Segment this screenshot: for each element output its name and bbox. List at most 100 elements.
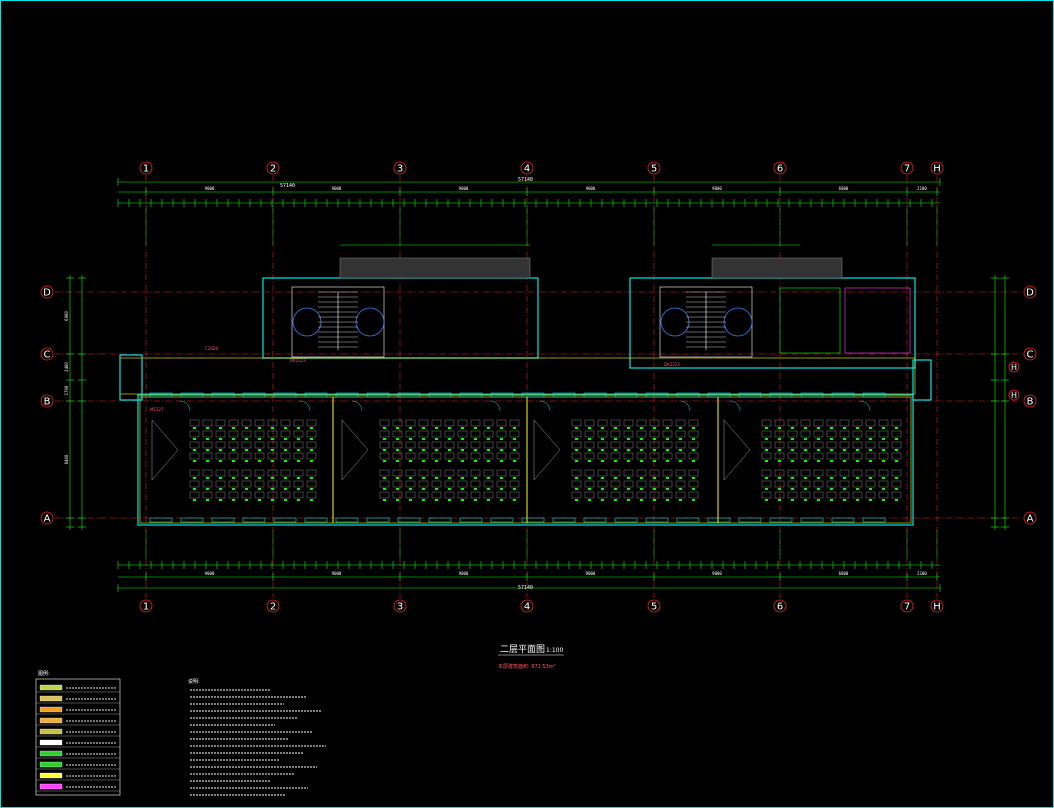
desk-3-136 bbox=[787, 491, 798, 499]
desk-1-8 bbox=[431, 419, 442, 427]
desk-1-62 bbox=[496, 441, 507, 449]
desk-2-100 bbox=[571, 480, 582, 488]
desk-1-74 bbox=[431, 452, 442, 460]
chair-1-65 bbox=[513, 449, 516, 451]
desk-0-26 bbox=[228, 430, 239, 438]
desk-0-62 bbox=[202, 452, 213, 460]
desk-2-72 bbox=[649, 452, 660, 460]
chair-0-11 bbox=[258, 427, 261, 429]
chair-0-117 bbox=[297, 488, 300, 490]
desk-1-114 bbox=[405, 480, 416, 488]
chair-2-103 bbox=[588, 488, 591, 490]
desk-3-138 bbox=[800, 491, 811, 499]
dim-top-bays-label-0: 9000 bbox=[205, 186, 215, 191]
desk-1-28 bbox=[418, 430, 429, 438]
desk-1-118 bbox=[431, 480, 442, 488]
desk-2-12 bbox=[649, 419, 660, 427]
chair-1-15 bbox=[474, 427, 477, 429]
chair-2-97 bbox=[679, 477, 682, 479]
chair-3-77 bbox=[830, 460, 833, 462]
desk-0-16 bbox=[293, 419, 304, 427]
chair-2-125 bbox=[601, 499, 604, 501]
grid-label-h-side-0: H bbox=[1011, 363, 1017, 372]
chair-3-71 bbox=[791, 460, 794, 462]
desk-1-38 bbox=[483, 430, 494, 438]
chair-3-69 bbox=[778, 460, 781, 462]
grid-label-h-side-1: H bbox=[1011, 391, 1017, 400]
chair-0-93 bbox=[271, 477, 274, 479]
chair-0-139 bbox=[310, 499, 313, 501]
desk-2-86 bbox=[610, 469, 621, 477]
desk-1-44 bbox=[379, 441, 390, 449]
window-1-21 bbox=[800, 517, 824, 523]
dim-bottom-bays-label-0: 9000 bbox=[205, 571, 215, 576]
desk-3-8 bbox=[813, 419, 824, 427]
desk-1-72 bbox=[418, 452, 429, 460]
chair-3-85 bbox=[882, 460, 885, 462]
roof-hatch-left bbox=[339, 257, 531, 279]
desk-3-96 bbox=[813, 469, 824, 477]
chair-2-139 bbox=[692, 499, 695, 501]
desk-1-88 bbox=[379, 469, 390, 477]
chair-1-139 bbox=[422, 499, 425, 501]
stair-right-circle-a bbox=[660, 307, 690, 337]
desk-3-124 bbox=[852, 480, 863, 488]
desk-1-10 bbox=[444, 419, 455, 427]
desk-1-86 bbox=[509, 452, 520, 460]
window-1-5 bbox=[304, 517, 328, 523]
desk-0-10 bbox=[254, 419, 265, 427]
floor-plan-drawing: 11223344556677HHD DC CB BA AHH 9000 9000 9000 9… bbox=[35, 161, 1037, 796]
desk-1-70 bbox=[405, 452, 416, 460]
chair-1-67 bbox=[383, 460, 386, 462]
chair-2-49 bbox=[627, 449, 630, 451]
chair-3-125 bbox=[856, 488, 859, 490]
chair-2-123 bbox=[588, 499, 591, 501]
desk-1-144 bbox=[457, 491, 468, 499]
chair-0-105 bbox=[219, 488, 222, 490]
chair-0-35 bbox=[284, 438, 287, 440]
desk-3-122 bbox=[839, 480, 850, 488]
window-1-18 bbox=[707, 517, 731, 523]
desk-3-88 bbox=[761, 469, 772, 477]
desk-3-54 bbox=[826, 441, 837, 449]
chair-1-111 bbox=[383, 488, 386, 490]
chair-0-83 bbox=[206, 477, 209, 479]
desk-3-152 bbox=[891, 491, 902, 499]
desk-3-104 bbox=[865, 469, 876, 477]
chair-0-7 bbox=[232, 427, 235, 429]
grid-label-C-left: C bbox=[44, 350, 51, 361]
chair-0-9 bbox=[245, 427, 248, 429]
chair-3-41 bbox=[882, 438, 885, 440]
chair-0-41 bbox=[193, 449, 196, 451]
chair-2-9 bbox=[627, 427, 630, 429]
chair-0-123 bbox=[206, 499, 209, 501]
desk-3-84 bbox=[878, 452, 889, 460]
chair-0-125 bbox=[219, 499, 222, 501]
desk-3-74 bbox=[813, 452, 824, 460]
chair-1-87 bbox=[513, 460, 516, 462]
chair-2-31 bbox=[640, 438, 643, 440]
window-1-22 bbox=[831, 517, 855, 523]
desk-3-106 bbox=[878, 469, 889, 477]
chair-0-19 bbox=[310, 427, 313, 429]
north-wing-left bbox=[262, 277, 539, 359]
desk-3-44 bbox=[761, 441, 772, 449]
grid-label-1-bottom: 1 bbox=[143, 602, 149, 613]
desk-2-104 bbox=[597, 480, 608, 488]
desk-2-98 bbox=[688, 469, 699, 477]
legend-swatch-3 bbox=[39, 717, 63, 724]
desk-3-142 bbox=[826, 491, 837, 499]
dim-top-bays-label-1: 9000 bbox=[332, 186, 342, 191]
door-arc-6 bbox=[859, 400, 871, 412]
chair-3-149 bbox=[869, 499, 872, 501]
chair-1-97 bbox=[435, 477, 438, 479]
desk-3-80 bbox=[852, 452, 863, 460]
chair-0-113 bbox=[271, 488, 274, 490]
desk-0-70 bbox=[254, 452, 265, 460]
desk-0-56 bbox=[293, 441, 304, 449]
window-1-20 bbox=[769, 517, 793, 523]
desk-2-58 bbox=[688, 441, 699, 449]
desk-1-106 bbox=[496, 469, 507, 477]
desk-0-130 bbox=[254, 491, 265, 499]
chair-1-99 bbox=[448, 477, 451, 479]
